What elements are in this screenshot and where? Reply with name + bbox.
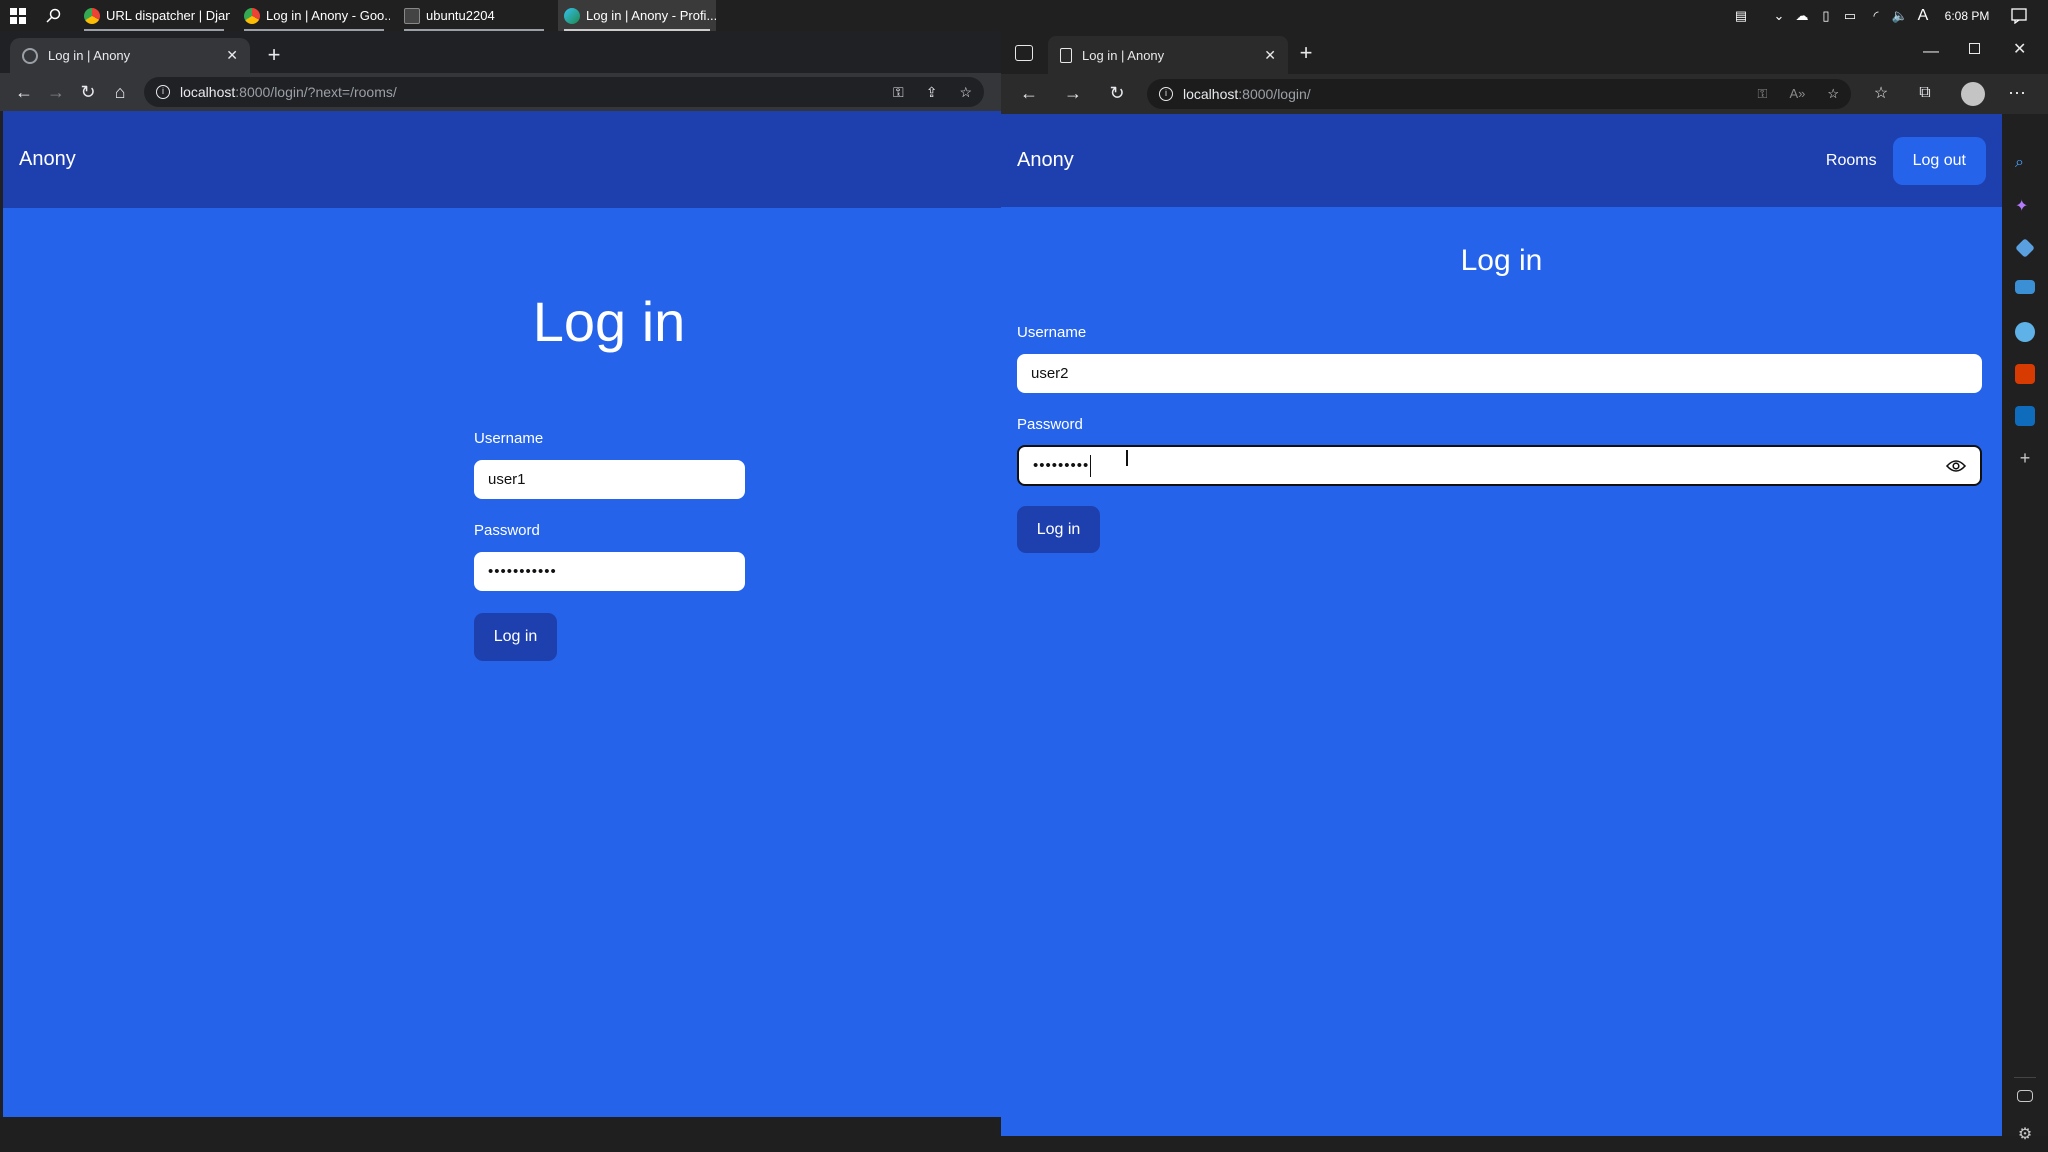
forward-icon[interactable]: →: [1059, 79, 1087, 107]
notification-icon[interactable]: [2004, 0, 2034, 31]
password-input[interactable]: •••••••••: [1017, 445, 1982, 486]
copilot-icon[interactable]: ✦: [2015, 196, 2035, 216]
profile-avatar[interactable]: [1961, 82, 1985, 106]
refresh-icon[interactable]: ↻: [1103, 79, 1131, 107]
settings-icon[interactable]: ⚙: [2015, 1124, 2035, 1144]
search-icon: [46, 8, 61, 23]
edge-navbar: Anony Rooms Log out: [1001, 114, 2002, 207]
page-title: Log in: [1460, 244, 1543, 277]
volume-icon[interactable]: 🔈: [1888, 0, 1912, 31]
username-label: Username: [1017, 324, 1087, 341]
new-tab-button[interactable]: +: [1294, 41, 1318, 65]
edge-tab-title: Log in | Anony: [1082, 47, 1165, 63]
username-input[interactable]: user2: [1017, 354, 1982, 393]
page-icon: [1060, 47, 1072, 63]
taskbar-item-terminal[interactable]: ubuntu2204: [398, 0, 550, 31]
games-icon[interactable]: [2015, 322, 2035, 342]
terminal-icon: [404, 7, 420, 24]
maximize-icon[interactable]: [1969, 43, 1980, 54]
login-button[interactable]: Log in: [1017, 506, 1100, 553]
edge-address-bar[interactable]: i localhost:8000/login/ ⚿ A» ☆: [1147, 79, 1851, 109]
tools-icon[interactable]: [2015, 280, 2035, 294]
username-label: Username: [474, 430, 544, 447]
favorites-icon[interactable]: ☆: [1867, 79, 1895, 107]
read-aloud-icon[interactable]: A»: [1789, 86, 1805, 102]
edge-sidebar: ⌕ ✦ + ⚙: [2002, 114, 2048, 1143]
chevron-up-icon[interactable]: ⌄: [1766, 0, 1792, 31]
chrome-toolbar: ← → ↻ ⌂ i localhost:8000/login/?next=/ro…: [0, 73, 1001, 111]
minimize-icon[interactable]: —: [1923, 43, 1939, 61]
chrome-navbar: Anony: [3, 111, 1001, 208]
edge-toolbar: ← → ↻ i localhost:8000/login/ ⚿ A» ☆ ☆ ⧉…: [1001, 74, 2048, 114]
nav-rooms-link[interactable]: Rooms: [1826, 152, 1877, 170]
more-icon[interactable]: ⋯: [2003, 79, 2031, 107]
new-tab-button[interactable]: +: [262, 43, 286, 67]
chrome-address-bar[interactable]: i localhost:8000/login/?next=/rooms/ ⚿ ⇪…: [144, 77, 984, 107]
share-icon[interactable]: ⇪: [926, 84, 938, 101]
edge-icon: [564, 7, 580, 24]
home-icon[interactable]: ⌂: [106, 78, 134, 106]
tab-actions-icon[interactable]: [1015, 45, 1033, 61]
info-icon[interactable]: i: [156, 85, 170, 99]
close-tab-icon[interactable]: ✕: [226, 47, 238, 64]
logout-button[interactable]: Log out: [1892, 136, 1986, 185]
start-button[interactable]: [4, 0, 32, 31]
cloud-icon[interactable]: ☁: [1792, 0, 1812, 31]
close-window-icon[interactable]: ✕: [2013, 39, 2026, 59]
windows-icon: [10, 7, 26, 24]
password-label: Password: [1017, 416, 1083, 433]
chrome-tabstrip: Log in | Anony ✕ +: [0, 31, 1001, 73]
back-icon[interactable]: ←: [1015, 79, 1043, 107]
chrome-page: Anony Log in Username user1 Password •••…: [3, 111, 1001, 1117]
brand-link[interactable]: Anony: [19, 148, 76, 171]
key-icon[interactable]: ⚿: [1758, 86, 1768, 102]
star-icon[interactable]: ☆: [959, 84, 972, 101]
outlook-icon[interactable]: [2015, 406, 2035, 426]
sidebar-toggle-icon[interactable]: [2017, 1090, 2033, 1102]
battery-icon[interactable]: ▭: [1838, 0, 1862, 31]
search-button[interactable]: [40, 0, 68, 31]
wifi-icon[interactable]: ◜: [1864, 0, 1888, 31]
ime-icon[interactable]: A: [1912, 0, 1934, 31]
globe-icon: [22, 47, 38, 64]
password-input[interactable]: •••••••••••: [474, 552, 745, 591]
search-icon[interactable]: ⌕: [2015, 154, 2035, 174]
shopping-tag-icon[interactable]: [2015, 238, 2035, 258]
key-icon[interactable]: ⚿: [893, 84, 904, 101]
forward-icon[interactable]: →: [42, 78, 70, 106]
taskbar-item-chrome-login[interactable]: Log in | Anony - Goo...: [238, 0, 390, 31]
taskbar-item-django[interactable]: URL dispatcher | Djan...: [78, 0, 230, 31]
chrome-tab-title: Log in | Anony: [48, 48, 131, 63]
usb-icon[interactable]: ▯: [1816, 0, 1836, 31]
i-beam-cursor: [1126, 450, 1128, 466]
brand-link[interactable]: Anony: [1017, 149, 1074, 172]
page-title: Log in: [532, 290, 686, 353]
chrome-icon: [84, 7, 100, 24]
add-icon[interactable]: +: [2015, 448, 2035, 468]
edge-page: Anony Rooms Log out Log in Username user…: [1001, 114, 2002, 1136]
close-tab-icon[interactable]: ✕: [1264, 47, 1276, 64]
taskbar-item-edge-login[interactable]: Log in | Anony - Profi...: [558, 0, 716, 31]
reload-icon[interactable]: ↻: [74, 78, 102, 106]
login-button[interactable]: Log in: [474, 613, 557, 661]
taskbar: URL dispatcher | Djan... Log in | Anony …: [0, 0, 2048, 31]
edge-window: Log in | Anony ✕ + — ✕ ← → ↻ i localhost…: [1001, 31, 2048, 1143]
chrome-tab[interactable]: Log in | Anony ✕: [10, 38, 250, 73]
office-icon[interactable]: [2015, 364, 2035, 384]
reveal-password-icon[interactable]: [1946, 459, 1966, 473]
add-favorite-icon[interactable]: ☆: [1827, 86, 1839, 102]
chrome-window: Log in | Anony ✕ + ← → ↻ ⌂ i localhost:8…: [0, 31, 1001, 1117]
info-icon[interactable]: i: [1159, 87, 1173, 101]
back-icon[interactable]: ←: [10, 78, 38, 106]
collections-icon[interactable]: ⧉: [1911, 79, 1939, 107]
username-input[interactable]: user1: [474, 460, 745, 499]
edge-tab[interactable]: Log in | Anony ✕: [1048, 36, 1288, 74]
chrome-icon: [244, 7, 260, 24]
password-label: Password: [474, 522, 540, 539]
text-cursor: [1090, 454, 1092, 477]
news-icon[interactable]: ▤: [1728, 0, 1754, 31]
edge-tabstrip: Log in | Anony ✕ + — ✕: [1001, 31, 2048, 74]
clock[interactable]: 6:08 PM: [1938, 0, 1996, 31]
